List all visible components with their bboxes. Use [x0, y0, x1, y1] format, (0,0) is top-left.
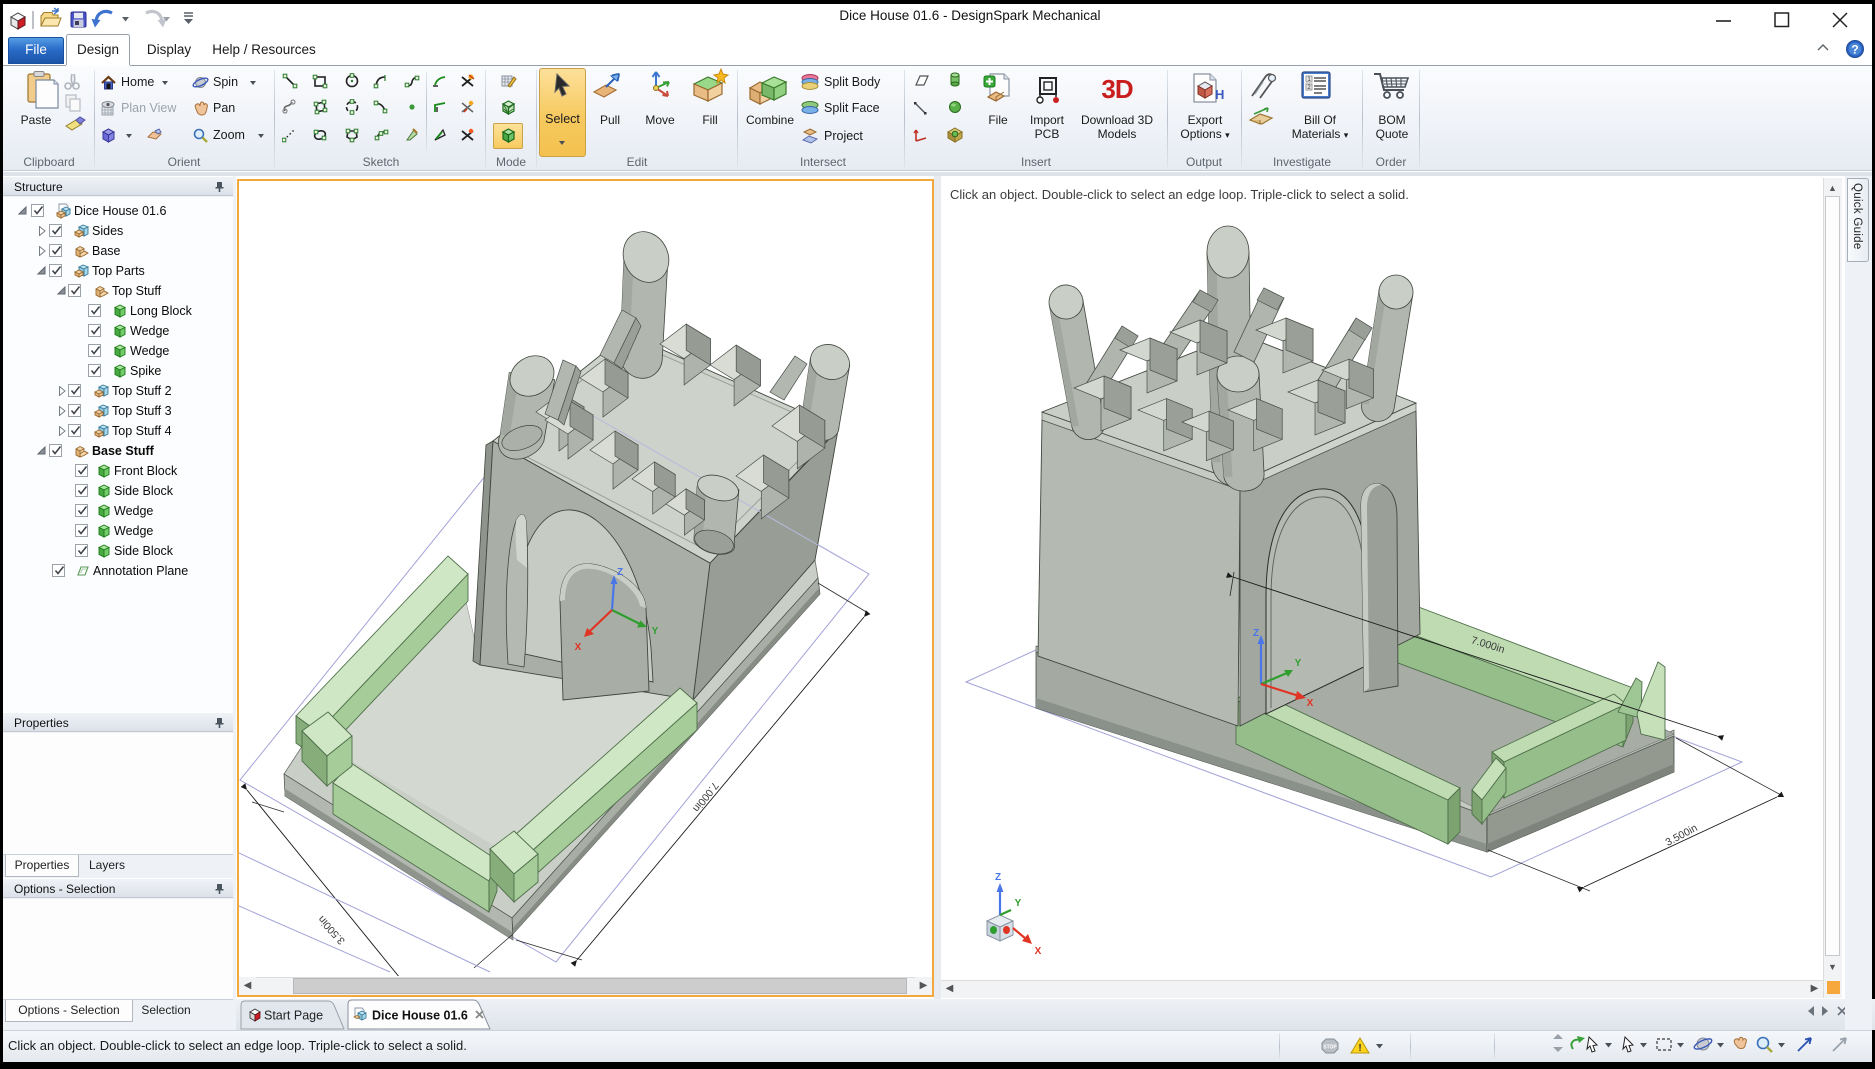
- svg-text:X: X: [1307, 698, 1314, 709]
- svg-text:!: !: [1358, 1043, 1361, 1054]
- svg-text:7.000in: 7.000in: [690, 780, 721, 815]
- svg-text:X: X: [1035, 946, 1042, 957]
- svg-text:X: X: [575, 642, 582, 653]
- svg-text:Z: Z: [995, 872, 1001, 883]
- svg-text:Z: Z: [617, 567, 623, 578]
- svg-text:STOP: STOP: [1323, 1045, 1337, 1051]
- svg-text:3D: 3D: [1101, 74, 1132, 104]
- svg-text:Z: Z: [1253, 628, 1259, 639]
- svg-text:Dice House 01.6: Dice House 01.6: [372, 1009, 468, 1023]
- svg-text:?: ?: [1851, 43, 1858, 57]
- svg-text:H: H: [1215, 87, 1224, 102]
- svg-text:Y: Y: [652, 626, 659, 637]
- svg-text:Start Page: Start Page: [264, 1009, 323, 1023]
- svg-text:Y: Y: [1015, 898, 1022, 909]
- svg-text:3.500in: 3.500in: [1664, 822, 1700, 849]
- svg-text:Y: Y: [1295, 658, 1302, 669]
